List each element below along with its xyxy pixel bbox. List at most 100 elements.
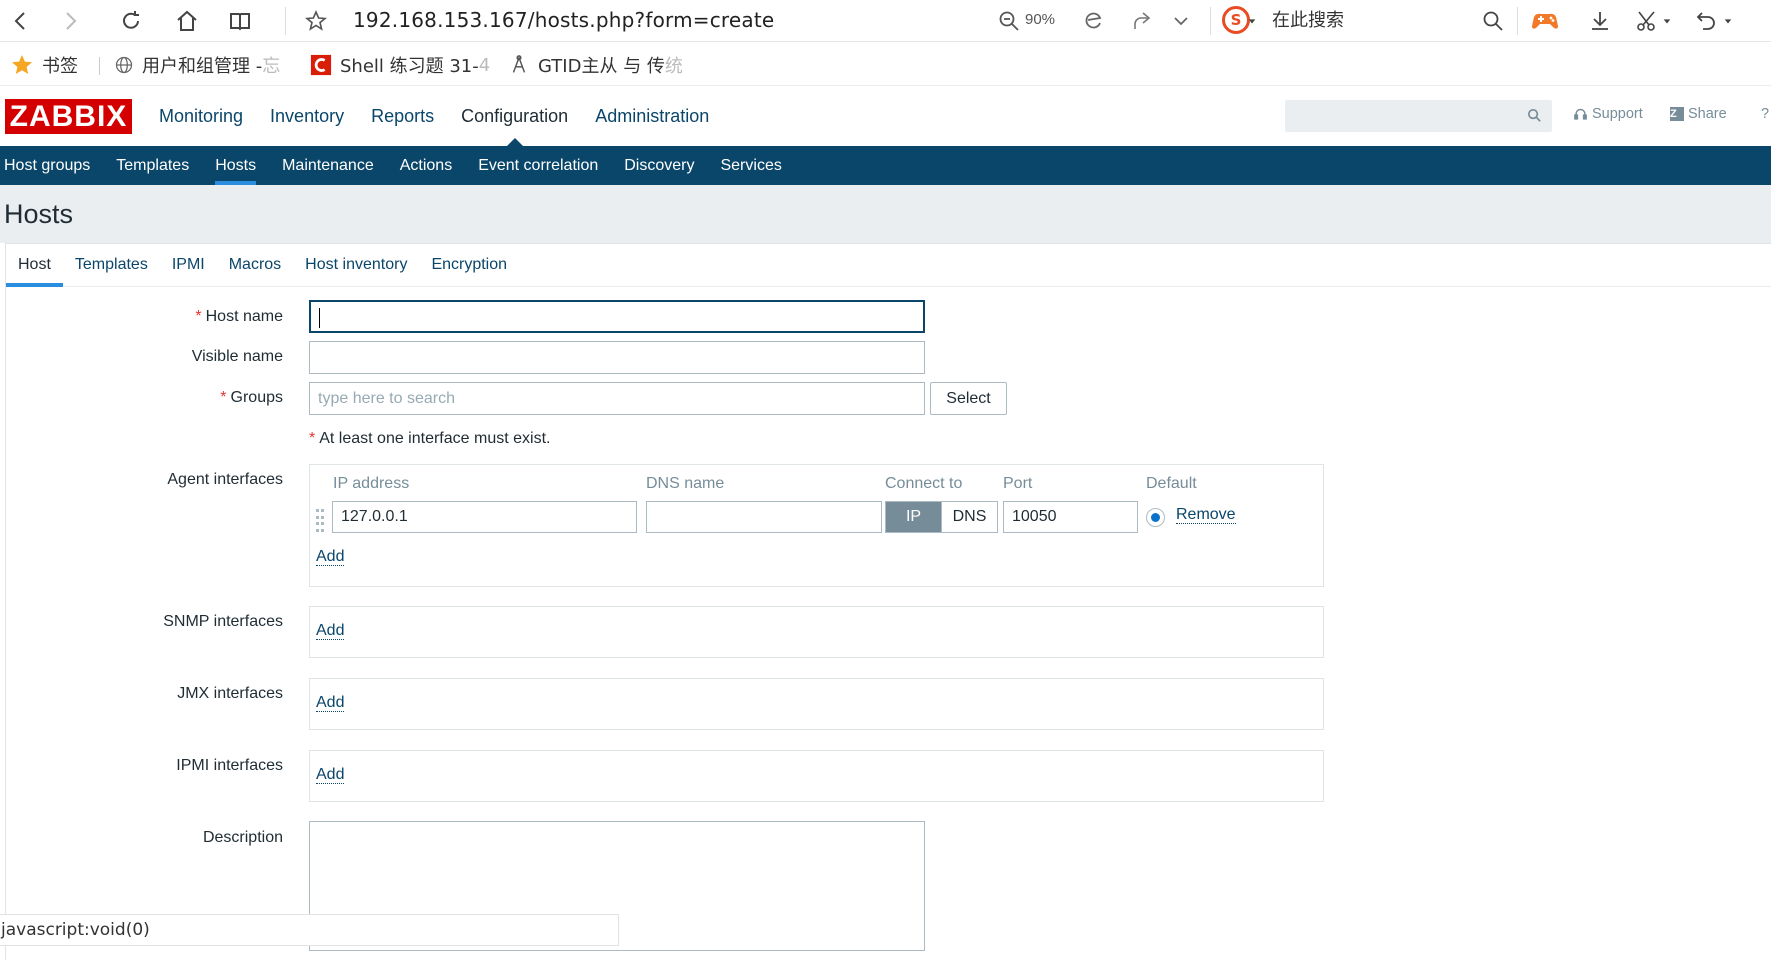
menu-administration[interactable]: Administration xyxy=(595,87,709,146)
subnav-templates[interactable]: Templates xyxy=(103,146,202,185)
agent-dns-input[interactable] xyxy=(646,501,882,533)
caret-down-icon[interactable] xyxy=(1660,4,1674,38)
globe-icon xyxy=(114,55,134,75)
select-groups-button[interactable]: Select xyxy=(930,382,1007,415)
bookmark-bar: 书签 用户和组管理 - 忘 Shell 练习题 31- 4 GTID主从 与 传统 xyxy=(0,43,1771,86)
browser-toolbar: 192.168.153.167/hosts.php?form=create 90… xyxy=(0,0,1771,42)
global-search-input[interactable] xyxy=(1285,100,1552,132)
chevron-down-icon[interactable] xyxy=(1164,4,1198,38)
menu-reports[interactable]: Reports xyxy=(371,87,434,146)
search-icon[interactable] xyxy=(1526,107,1543,127)
host-name-label: * Host name xyxy=(195,308,283,325)
jmx-interfaces-box: Add xyxy=(309,678,1324,730)
help-link[interactable]: ? xyxy=(1761,106,1769,122)
connect-to-toggle[interactable]: IP DNS xyxy=(885,501,998,533)
ip-address-header: IP address xyxy=(333,475,410,492)
undo-icon[interactable] xyxy=(1689,4,1723,38)
visible-name-input[interactable] xyxy=(309,341,925,374)
ipmi-interfaces-label: IPMI interfaces xyxy=(176,757,283,774)
tab-templates[interactable]: Templates xyxy=(63,244,160,286)
share-z-icon: Z xyxy=(1670,107,1684,121)
snmp-interfaces-label: SNMP interfaces xyxy=(163,613,283,630)
share-link[interactable]: Z Share xyxy=(1670,106,1727,122)
scissors-icon[interactable] xyxy=(1630,4,1664,38)
browser-status-bar: javascript:void(0) xyxy=(0,914,619,946)
tab-encryption[interactable]: Encryption xyxy=(419,244,519,286)
required-mark: * xyxy=(309,430,316,447)
jmx-interfaces-label: JMX interfaces xyxy=(177,685,283,702)
menu-configuration[interactable]: Configuration xyxy=(461,87,568,146)
agent-port-input[interactable]: 10050 xyxy=(1003,501,1138,533)
add-snmp-interface-link[interactable]: Add xyxy=(316,622,345,640)
host-name-input[interactable] xyxy=(309,300,925,333)
menu-monitoring[interactable]: Monitoring xyxy=(159,87,243,146)
support-link[interactable]: Support xyxy=(1573,106,1643,122)
subnav-maintenance[interactable]: Maintenance xyxy=(269,146,387,185)
agent-ip-input[interactable]: 127.0.0.1 xyxy=(332,501,637,533)
bookmark-folder[interactable]: 书签 xyxy=(10,52,78,78)
subnav-host-groups[interactable]: Host groups xyxy=(0,146,103,185)
zoom-icon[interactable] xyxy=(992,4,1026,38)
caret-down-icon[interactable] xyxy=(1245,4,1259,38)
subnav-discovery[interactable]: Discovery xyxy=(611,146,707,185)
remove-interface-link[interactable]: Remove xyxy=(1176,506,1236,524)
bookmark-shell[interactable]: Shell 练习题 31- 4 xyxy=(310,52,490,78)
zabbix-header: ZABBIX Monitoring Inventory Reports Conf… xyxy=(0,87,1771,146)
back-icon[interactable] xyxy=(4,4,38,38)
star-icon xyxy=(10,53,34,77)
zabbix-logo[interactable]: ZABBIX xyxy=(5,99,132,134)
text-cursor xyxy=(319,307,320,328)
csdn-icon xyxy=(310,54,332,76)
visible-name-label: Visible name xyxy=(191,348,283,365)
default-header: Default xyxy=(1146,475,1197,492)
gamepad-icon[interactable] xyxy=(1528,4,1562,38)
bookmark-gtid[interactable]: GTID主从 与 传统 xyxy=(508,52,683,78)
reader-icon[interactable] xyxy=(223,4,257,38)
required-mark: * xyxy=(220,389,227,406)
forward-icon[interactable] xyxy=(53,4,87,38)
star-icon[interactable] xyxy=(299,4,333,38)
address-bar[interactable]: 192.168.153.167/hosts.php?form=create xyxy=(353,5,774,35)
main-menu: Monitoring Inventory Reports Configurati… xyxy=(159,87,736,146)
add-jmx-interface-link[interactable]: Add xyxy=(316,694,345,712)
bookmark-user-group[interactable]: 用户和组管理 - 忘 xyxy=(114,52,280,78)
caret-down-icon[interactable] xyxy=(1721,4,1735,38)
snmp-interfaces-box: Add xyxy=(309,606,1324,658)
tab-ipmi[interactable]: IPMI xyxy=(160,244,217,286)
subnav-services[interactable]: Services xyxy=(707,146,794,185)
agent-interfaces-label: Agent interfaces xyxy=(167,471,283,488)
agent-interfaces-box: IP address DNS name Connect to Port Defa… xyxy=(309,464,1324,587)
page-title: Hosts xyxy=(4,199,74,229)
connect-dns-option[interactable]: DNS xyxy=(941,502,997,532)
subnav-actions[interactable]: Actions xyxy=(387,146,465,185)
headset-icon xyxy=(1573,107,1588,122)
share-page-icon[interactable] xyxy=(1124,4,1158,38)
drag-handle-icon[interactable] xyxy=(316,509,324,533)
add-ipmi-interface-link[interactable]: Add xyxy=(316,766,345,784)
tool-icon xyxy=(508,54,530,76)
menu-inventory[interactable]: Inventory xyxy=(270,87,344,146)
search-icon[interactable] xyxy=(1476,4,1510,38)
tab-host[interactable]: Host xyxy=(6,244,63,287)
browser-search-box[interactable]: 在此搜索 xyxy=(1272,6,1344,36)
zoom-level: 90% xyxy=(1025,11,1056,28)
connect-to-header: Connect to xyxy=(885,475,963,492)
add-agent-interface-link[interactable]: Add xyxy=(316,548,345,566)
interface-note: * At least one interface must exist. xyxy=(309,430,551,447)
host-form: Host Templates IPMI Macros Host inventor… xyxy=(5,243,1771,960)
connect-ip-option[interactable]: IP xyxy=(886,502,941,532)
tab-host-inventory[interactable]: Host inventory xyxy=(293,244,419,286)
tab-macros[interactable]: Macros xyxy=(217,244,293,286)
groups-label: * Groups xyxy=(220,389,283,406)
reload-icon[interactable] xyxy=(114,4,148,38)
default-interface-radio[interactable] xyxy=(1146,508,1165,527)
port-header: Port xyxy=(1003,475,1033,492)
home-icon[interactable] xyxy=(170,4,204,38)
subnav-hosts[interactable]: Hosts xyxy=(202,146,269,185)
description-label: Description xyxy=(202,829,283,846)
ie-compat-icon[interactable] xyxy=(1077,4,1111,38)
download-icon[interactable] xyxy=(1583,4,1617,38)
sub-navigation: Host groups Templates Hosts Maintenance … xyxy=(0,146,1771,185)
subnav-event-correlation[interactable]: Event correlation xyxy=(465,146,611,185)
groups-search-input[interactable]: type here to search xyxy=(309,382,925,415)
